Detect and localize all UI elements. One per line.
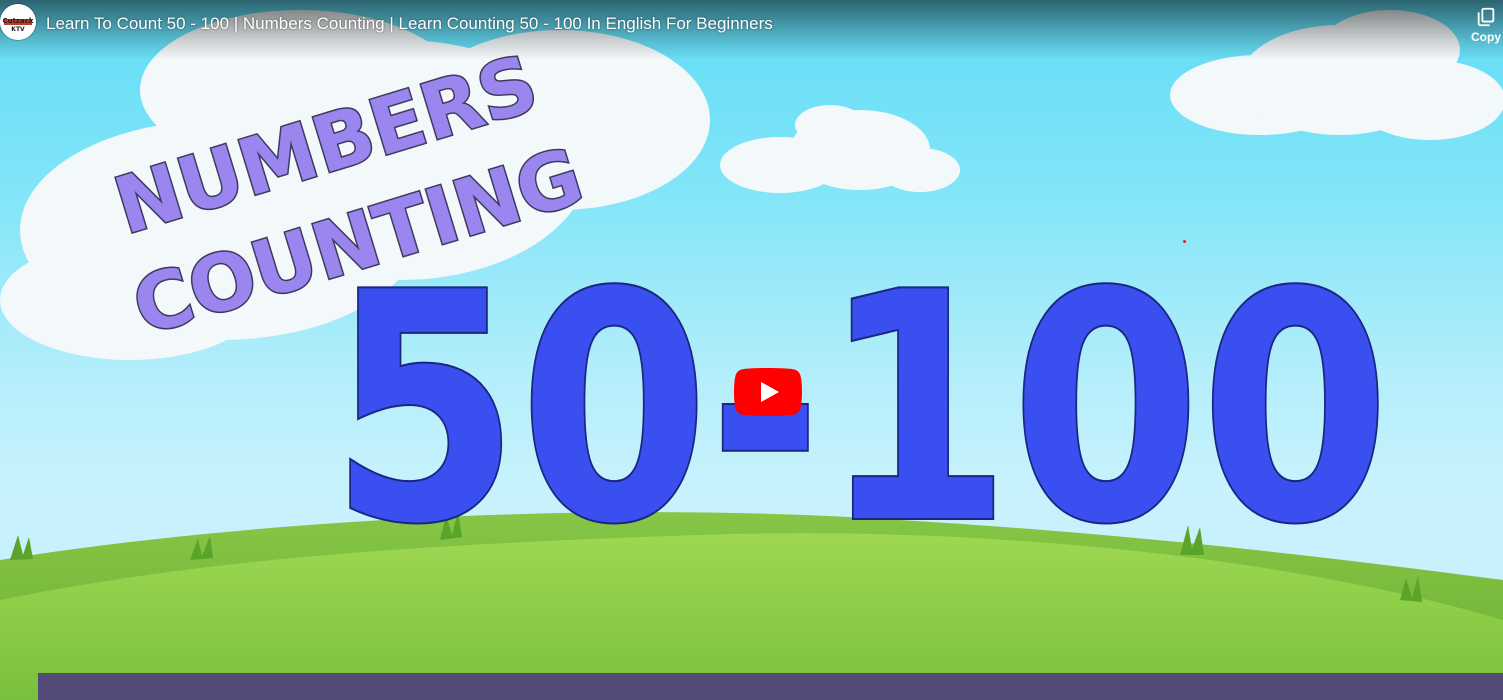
bottom-strip: [38, 673, 1503, 700]
range-numbers: 50-100: [330, 227, 1390, 593]
play-button[interactable]: [734, 368, 802, 416]
copy-link-button[interactable]: Copy: [1466, 6, 1503, 54]
play-icon: [734, 368, 802, 416]
video-title-link[interactable]: Learn To Count 50 - 100 | Numbers Counti…: [46, 14, 773, 34]
video-thumbnail: NUMBERS COUNTING 50-100: [0, 10, 1503, 700]
cloud-small: [720, 105, 960, 193]
channel-avatar-text-top: Cutzack: [2, 17, 33, 25]
channel-avatar[interactable]: Cutzack KTV: [0, 4, 36, 40]
copy-icon: [1477, 7, 1495, 27]
channel-avatar-text-bottom: KTV: [11, 26, 25, 33]
cursor-dot: [1183, 240, 1186, 243]
copy-label: Copy: [1471, 30, 1501, 44]
video-player[interactable]: NUMBERS COUNTING 50-100 Cutzack KTV Lear…: [0, 0, 1503, 700]
